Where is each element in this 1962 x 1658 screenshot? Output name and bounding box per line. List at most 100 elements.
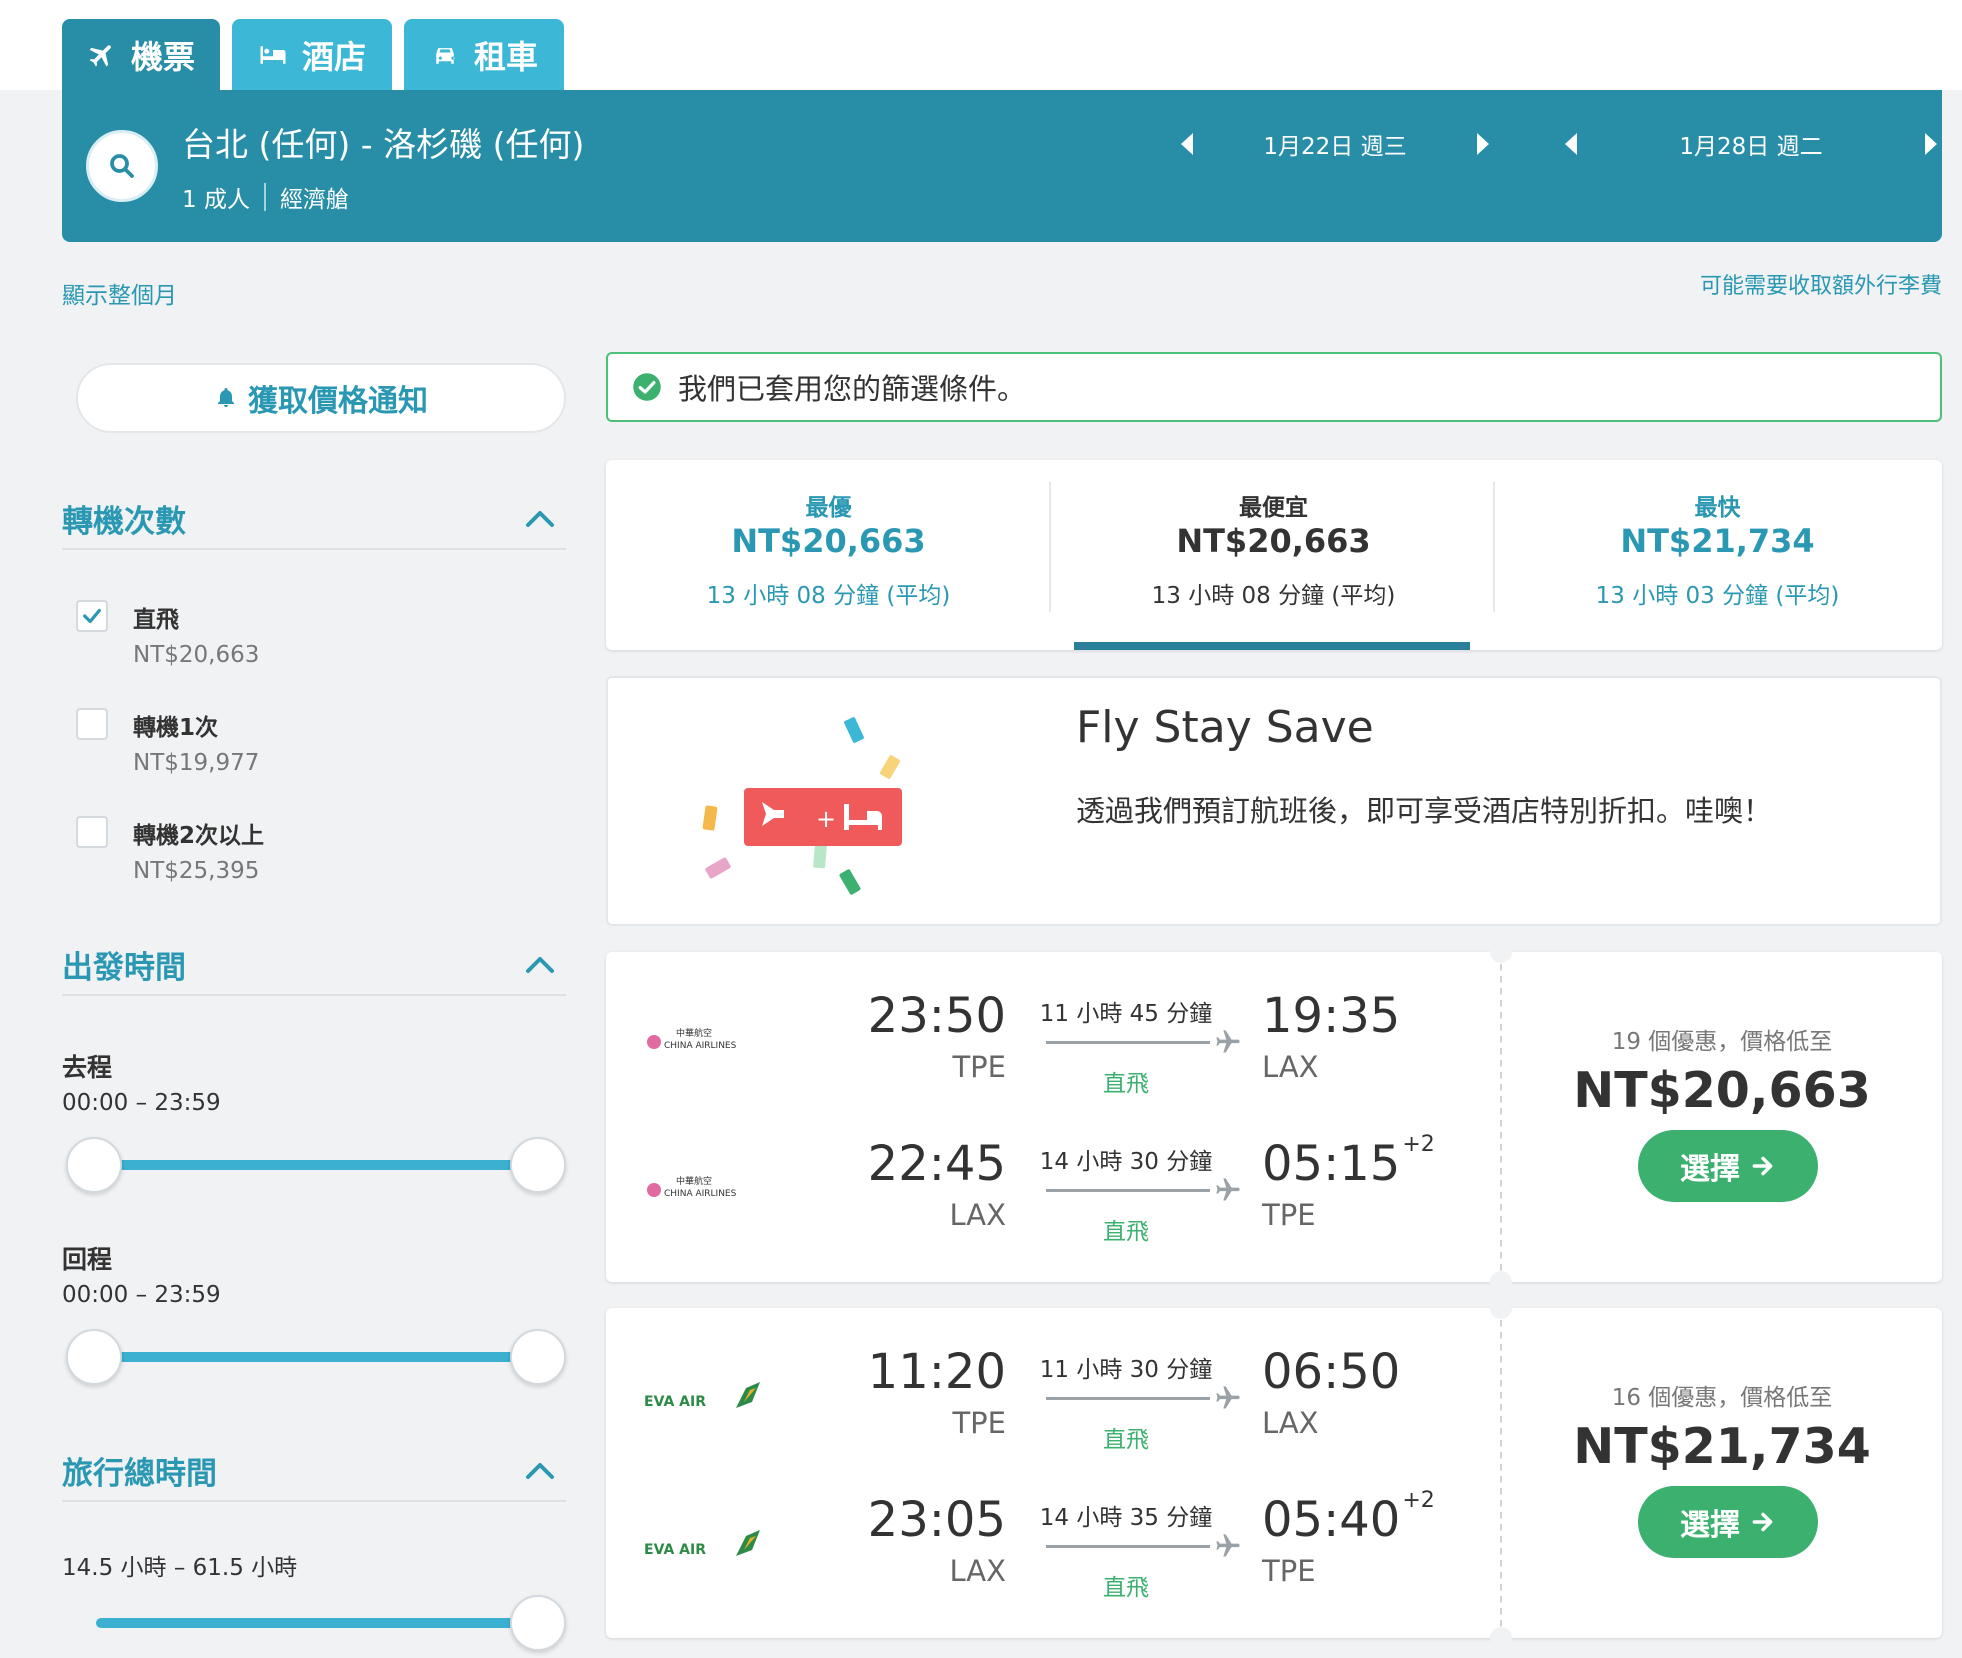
stops-info: 直飛 — [1103, 1219, 1149, 1245]
baggage-fee-link[interactable]: 可能需要收取額外行李費 — [1700, 268, 1942, 300]
chevron-up-icon — [526, 957, 554, 973]
slider-track — [94, 1160, 538, 1170]
departure-airport: LAX — [949, 1554, 1006, 1588]
caret-right-icon — [1925, 133, 1937, 155]
tab-flights-label: 機票 — [130, 38, 195, 76]
filter-applied-text: 我們已套用您的篩選條件。 — [678, 372, 1027, 406]
sort-best[interactable]: 最優 NT$20,663 13 小時 08 分鐘 (平均) — [606, 460, 1051, 650]
price-alert-button[interactable]: 獲取價格通知 — [76, 363, 566, 433]
slider-track — [96, 1618, 538, 1628]
outbound-time-range: 00:00 – 23:59 — [62, 1090, 221, 1116]
fly-stay-save-banner[interactable]: + Fly Stay Save 透過我們預訂航班後，即可享受酒店特別折扣。哇噢！ — [606, 676, 1942, 926]
sort-cheapest[interactable]: 最便宜 NT$20,663 13 小時 08 分鐘 (平均) — [1051, 460, 1496, 650]
depart-next-button[interactable] — [1468, 124, 1498, 164]
duration-line — [1046, 1189, 1210, 1192]
svg-text:CHINA AIRLINES: CHINA AIRLINES — [664, 1189, 737, 1199]
departure-time: 11:20 — [867, 1344, 1006, 1400]
duration-range: 14.5 小時 – 61.5 小時 — [62, 1555, 298, 1581]
slider-track — [94, 1352, 538, 1362]
tab-flights[interactable]: 機票 — [62, 19, 220, 91]
return-label: 回程 — [62, 1245, 113, 1274]
departure-time: 23:50 — [867, 988, 1006, 1044]
departure-time: 22:45 — [867, 1136, 1006, 1192]
svg-text:中華航空: 中華航空 — [676, 1175, 712, 1187]
offer-count: 16 個優惠，價格低至 — [1611, 1385, 1833, 1411]
promo-text: 透過我們預訂航班後，即可享受酒店特別折扣。哇噢！ — [1076, 794, 1773, 828]
result-price: NT$21,734 — [1573, 1418, 1871, 1475]
depart-date[interactable]: 1月22日 週三 — [1202, 127, 1468, 161]
select-button[interactable]: 選擇 — [1638, 1486, 1818, 1558]
flight-leg-outbound: EVA AIR 11:20 TPE 11 小時 30 分鐘 直飛 06:50 L… — [606, 1340, 1500, 1460]
stops-title: 轉機次數 — [62, 503, 186, 540]
return-next-button[interactable] — [1916, 124, 1946, 164]
return-prev-button[interactable] — [1556, 124, 1586, 164]
filter-applied-notice: 我們已套用您的篩選條件。 — [606, 352, 1942, 422]
chevron-up-icon — [526, 511, 554, 527]
nonstop-checkbox[interactable] — [76, 600, 108, 632]
outbound-label: 去程 — [62, 1053, 113, 1082]
depart-prev-button[interactable] — [1172, 124, 1202, 164]
return-date[interactable]: 1月28日 週二 — [1586, 127, 1916, 161]
search-button[interactable] — [86, 130, 158, 202]
departure-time-section-header[interactable]: 出發時間 — [62, 934, 566, 996]
slider-handle-min[interactable] — [66, 1137, 122, 1193]
depart-date-picker: 1月22日 週三 — [1172, 124, 1498, 164]
eva-air-logo: EVA AIR — [644, 1382, 760, 1410]
sort-price: NT$20,663 — [1176, 522, 1371, 560]
sort-duration: 13 小時 08 分鐘 (平均) — [706, 583, 951, 609]
stops-info: 直飛 — [1103, 1575, 1149, 1601]
divider — [263, 183, 266, 211]
car-icon — [436, 48, 455, 64]
flight-leg-return: EVA AIR 23:05 LAX 14 小時 35 分鐘 直飛 05:40+2… — [606, 1488, 1500, 1608]
sort-options: 最優 NT$20,663 13 小時 08 分鐘 (平均) 最便宜 NT$20,… — [606, 460, 1942, 650]
flight-result-card[interactable]: 中華航空 CHINA AIRLINES 23:50 TPE 11 小時 45 分… — [606, 941, 1942, 1293]
offer-count: 19 個優惠，價格低至 — [1611, 1029, 1833, 1055]
flight-result-card[interactable]: EVA AIR 11:20 TPE 11 小時 30 分鐘 直飛 06:50 L… — [606, 1297, 1942, 1649]
slider-handle-max[interactable] — [510, 1329, 566, 1385]
route-text[interactable]: 台北 (任何) - 洛杉磯 (任何) — [182, 118, 584, 166]
sort-label: 最優 — [805, 495, 852, 521]
caret-left-icon — [1181, 133, 1193, 155]
tab-cars[interactable]: 租車 — [404, 19, 564, 91]
duration-line — [1046, 1397, 1210, 1400]
china-airlines-logo: 中華航空 CHINA AIRLINES — [647, 1175, 737, 1199]
passenger-cabin[interactable]: 1 成人 經濟艙 — [182, 180, 349, 214]
flight-duration: 11 小時 45 分鐘 — [1039, 1001, 1213, 1027]
arrival-airport: LAX — [1262, 1406, 1319, 1440]
stops-info: 直飛 — [1103, 1071, 1149, 1097]
select-button[interactable]: 選擇 — [1638, 1130, 1818, 1202]
bed-icon — [260, 46, 286, 64]
arrival-time: 06:50 — [1262, 1344, 1402, 1400]
flight-hotel-promo-icon: + — [702, 717, 902, 895]
stop-option-label: 直飛 — [133, 607, 179, 633]
day-offset: +2 — [1402, 1132, 1435, 1157]
arrival-time: 05:40+2 — [1262, 1488, 1435, 1548]
ticket-notch — [1490, 941, 1512, 963]
arrow-right-icon — [1752, 1156, 1773, 1176]
svg-text:中華航空: 中華航空 — [676, 1027, 712, 1039]
two-plus-stop-checkbox[interactable] — [76, 816, 108, 848]
stops-section-header[interactable]: 轉機次數 — [62, 488, 566, 550]
plane-icon — [1216, 1386, 1240, 1409]
one-stop-checkbox[interactable] — [76, 708, 108, 740]
stop-option-price: NT$25,395 — [133, 858, 260, 884]
select-button-label: 選擇 — [1680, 1508, 1740, 1543]
slider-handle-min[interactable] — [66, 1329, 122, 1385]
tab-hotels[interactable]: 酒店 — [232, 19, 392, 91]
show-month-link[interactable]: 顯示整個月 — [62, 276, 177, 310]
duration-line — [1046, 1545, 1210, 1548]
sort-label: 最便宜 — [1239, 495, 1308, 521]
china-airlines-logo: 中華航空 CHINA AIRLINES — [647, 1027, 737, 1051]
flight-leg-outbound: 中華航空 CHINA AIRLINES 23:50 TPE 11 小時 45 分… — [606, 984, 1500, 1104]
result-price: NT$20,663 — [1573, 1062, 1871, 1119]
flight-duration: 14 小時 30 分鐘 — [1039, 1149, 1213, 1175]
caret-right-icon — [1477, 133, 1489, 155]
promo-title: Fly Stay Save — [1076, 702, 1374, 753]
slider-handle-max[interactable] — [510, 1137, 566, 1193]
passenger-count: 1 成人 — [182, 187, 250, 213]
slider-handle-max[interactable] — [510, 1595, 566, 1651]
svg-text:EVA AIR: EVA AIR — [644, 1394, 706, 1410]
stop-option-price: NT$20,663 — [133, 642, 260, 668]
sort-fastest[interactable]: 最快 NT$21,734 13 小時 03 分鐘 (平均) — [1495, 460, 1940, 650]
duration-section-header[interactable]: 旅行總時間 — [62, 1440, 566, 1502]
